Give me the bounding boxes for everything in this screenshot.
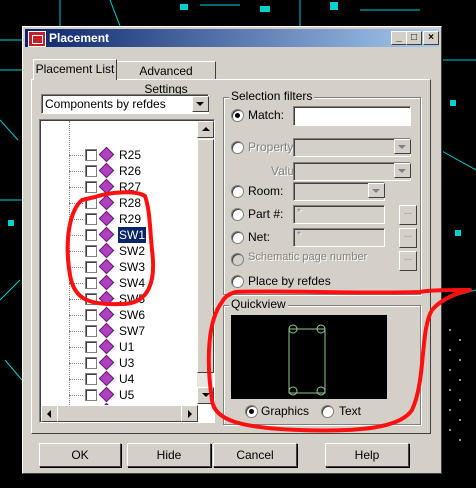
tab-label: Placement List: [35, 62, 115, 76]
annotation-circle-sw: [65, 190, 156, 307]
annotation-circle-quickview: [206, 288, 472, 433]
tab-placement-list[interactable]: Placement List: [33, 59, 117, 80]
